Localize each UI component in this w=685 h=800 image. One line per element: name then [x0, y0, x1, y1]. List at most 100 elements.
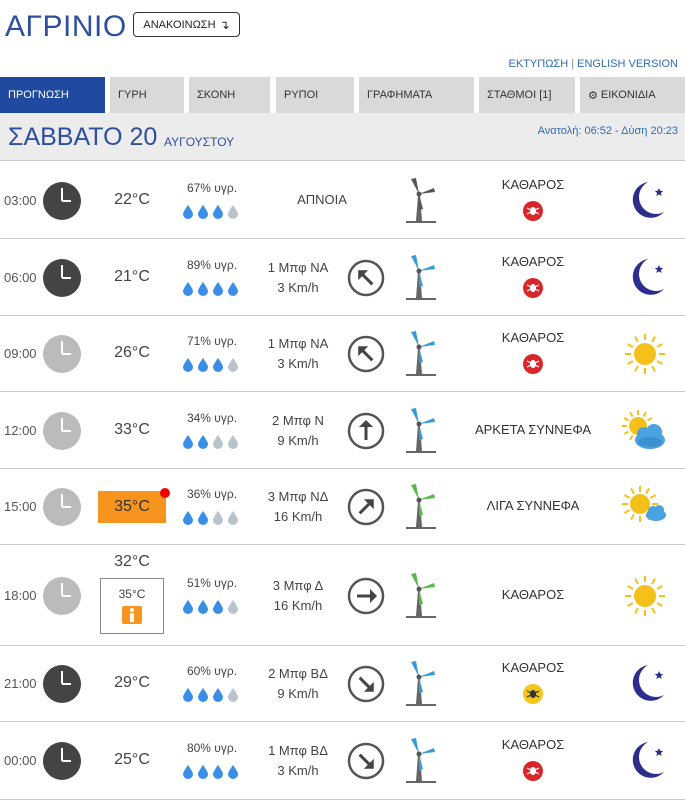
humidity-drops-icon — [182, 686, 242, 707]
sky-condition: ΚΑΘΑΡΟΣ — [448, 330, 618, 375]
humidity-drops-icon — [182, 203, 242, 224]
sky-condition: ΚΑΘΑΡΟΣ — [448, 660, 618, 705]
clock-icon — [42, 411, 82, 451]
tab-pollen[interactable]: ΓΥΡΗ — [110, 77, 184, 113]
wind-turbine-icon — [398, 330, 440, 378]
wind-direction-arrow-icon — [346, 664, 386, 704]
sky-condition-label: ΑΡΚΕΤΑ ΣΥΝΝΕΦΑ — [474, 421, 592, 437]
wind-info: 2 Μπφ Ν 9 Km/h — [252, 411, 344, 451]
tab-label: ΓΥΡΗ — [118, 89, 147, 101]
humidity-drops-icon — [182, 598, 242, 619]
day-header: ΣΑΒΒΑΤΟ 20 ΑΥΓΟΥΣΤΟΥ Ανατολή: 06:52 - Δύ… — [0, 113, 685, 161]
forecast-row: 09:00 26°C 71% υγρ. 1 Μπφ ΝΑ 3 Km/h ΚΑΘΑΡΟΣ — [0, 316, 685, 392]
moon-icon — [618, 176, 672, 226]
print-link[interactable]: ΕΚΤΥΠΩΣΗ — [509, 58, 569, 70]
temperature-hot: 35°C — [98, 488, 170, 523]
temperature: 21°C — [114, 267, 150, 285]
moon-icon — [618, 736, 672, 786]
forecast-time: 09:00 — [4, 346, 37, 361]
forecast-row: 00:00 25°C 80% υγρ. 1 Μπφ ΒΔ 3 Km/h ΚΑΘΑΡΟΣ — [0, 722, 685, 800]
humidity-drops-icon — [182, 356, 242, 377]
forecast-time: 12:00 — [4, 422, 37, 438]
wind-speed: 3 Km/h — [277, 279, 319, 295]
tab-label: ΣΤΑΘΜΟΙ [1] — [487, 89, 552, 101]
clock-icon — [42, 181, 82, 221]
tab-label: ΓΡΑΦΗΜΑΤΑ — [367, 89, 433, 101]
forecast-time: 18:00 — [4, 587, 37, 603]
sky-condition: ΚΑΘΑΡΟΣ — [448, 254, 618, 299]
wind-speed: 16 Km/h — [273, 509, 323, 524]
humidity: 89% υγρ. — [186, 257, 238, 272]
wind-speed: 9 Km/h — [277, 432, 319, 448]
sky-condition-label: ΚΑΘΑΡΟΣ — [501, 176, 565, 192]
tab-forecast[interactable]: ΠΡΟΓΝΩΣΗ — [0, 77, 105, 113]
uv-badge-icon — [522, 200, 544, 222]
top-links: ΕΚΤΥΠΩΣΗ | ENGLISH VERSION — [509, 58, 678, 70]
english-version-link[interactable]: ENGLISH VERSION — [577, 58, 678, 70]
humidity-drops-icon — [182, 509, 242, 530]
sky-condition-label: ΚΑΘΑΡΟΣ — [501, 253, 565, 269]
announcement-label: ΑΝΑΚΟΙΝΩΣΗ — [143, 18, 216, 31]
wind-calm: ΑΠΝΟΙΑ — [297, 191, 347, 207]
forecast-row: 21:00 29°C 60% υγρ. 2 Μπφ ΒΔ 9 Km/h ΚΑΘΑΡΟΣ — [0, 646, 685, 722]
sky-condition: ΚΑΘΑΡΟΣ — [448, 737, 618, 782]
wind-info: 3 Μπφ ΝΔ 16 Km/h — [252, 487, 344, 527]
forecast-time: 15:00 — [4, 499, 37, 514]
forecast-row: 15:00 35°C 36% υγρ. 3 Μπφ ΝΔ 16 Km/h ΛΙΓΑ ΣΥΝ… — [0, 469, 685, 545]
wind-beaufort: 3 Μπφ Δ — [272, 577, 324, 593]
tab-charts[interactable]: ΓΡΑΦΗΜΑΤΑ — [359, 77, 474, 113]
tab-label: ΡΥΠΟΙ — [284, 89, 319, 101]
forecast-time: 21:00 — [4, 676, 37, 691]
tab-stations[interactable]: ΣΤΑΘΜΟΙ [1] — [479, 77, 575, 113]
temperature: 25°C — [114, 751, 150, 768]
humidity-drops-icon — [182, 280, 242, 301]
forecast-row: 18:00 32°C 35°C 51% υγρ. 3 Μπφ Δ 16 Km/h ΚΑΘΑΡ… — [0, 545, 685, 646]
sun-icon — [618, 571, 672, 621]
forecast-row: 12:00 33°C 34% υγρ. 2 Μπφ Ν 9 Km/h ΑΡΚΕΤΑ ΣΥΝ… — [0, 392, 685, 469]
clock-icon — [42, 258, 82, 298]
sunrise-sunset: Ανατολή: 06:52 - Δύση 20:23 — [537, 125, 678, 137]
temperature: 32°C — [114, 553, 150, 570]
forecast-time: 00:00 — [4, 753, 37, 768]
sky-condition-label: ΚΑΘΑΡΟΣ — [501, 660, 565, 675]
sky-condition-label: ΚΑΘΑΡΟΣ — [501, 330, 565, 345]
forecast-row: 03:00 22°C 67% υγρ. ΑΠΝΟΙΑ ΚΑΘΑΡΟΣ — [0, 162, 685, 239]
tab-label: ΕΙΚΟΝΙΔΙΑ — [600, 89, 656, 101]
humidity: 60% υγρ. — [186, 664, 238, 678]
wind-beaufort: 2 Μπφ Ν — [272, 412, 324, 428]
day-month: ΑΥΓΟΥΣΤΟΥ — [164, 135, 235, 149]
sun-icon — [618, 329, 672, 379]
humidity: 67% υγρ. — [186, 180, 238, 195]
forecast-time: 03:00 — [4, 192, 37, 208]
page-header: ΑΓΡΙΝΙΟ ΑΝΑΚΟΙΝΩΣΗ ↴ ΕΚΤΥΠΩΣΗ | ENGLISH … — [0, 0, 685, 70]
feels-like-box: 35°C — [100, 577, 164, 634]
wind-direction-arrow-icon — [346, 741, 386, 781]
city-title: ΑΓΡΙΝΙΟ — [5, 10, 127, 43]
humidity: 34% υγρ. — [186, 410, 238, 425]
clock-icon — [42, 664, 82, 704]
wind-direction-arrow-icon — [346, 576, 386, 616]
announcement-button[interactable]: ΑΝΑΚΟΙΝΩΣΗ ↴ — [133, 12, 240, 37]
tab-pollutants[interactable]: ΡΥΠΟΙ — [276, 77, 354, 113]
sun-cloud-icon — [618, 482, 672, 532]
return-arrow-icon: ↴ — [219, 17, 230, 32]
clock-icon — [42, 487, 82, 527]
wind-turbine-icon — [398, 572, 440, 620]
wind-beaufort: 1 Μπφ ΒΔ — [268, 743, 328, 758]
tab-icons[interactable]: ⚙ ΕΙΚΟΝΙΔΙΑ — [580, 77, 685, 113]
wind-speed: 9 Km/h — [277, 686, 319, 701]
clock-icon — [42, 576, 82, 616]
wind-beaufort: 1 Μπφ ΝΑ — [267, 259, 329, 275]
sky-condition: ΚΑΘΑΡΟΣ — [448, 177, 618, 222]
forecast-time: 06:00 — [4, 269, 37, 285]
humidity: 71% υγρ. — [186, 334, 238, 348]
tab-dust[interactable]: ΣΚΟΝΗ — [189, 77, 270, 113]
wind-info: 1 Μπφ ΒΔ 3 Km/h — [252, 741, 344, 781]
sun-cloud-icon — [618, 406, 672, 456]
uv-badge-icon — [522, 277, 544, 299]
day-title: ΣΑΒΒΑΤΟ 20 — [8, 123, 158, 151]
wind-speed: 3 Km/h — [277, 356, 319, 371]
clock-icon — [42, 334, 82, 374]
wind-direction-arrow-icon — [346, 411, 386, 451]
moon-icon — [618, 253, 672, 303]
